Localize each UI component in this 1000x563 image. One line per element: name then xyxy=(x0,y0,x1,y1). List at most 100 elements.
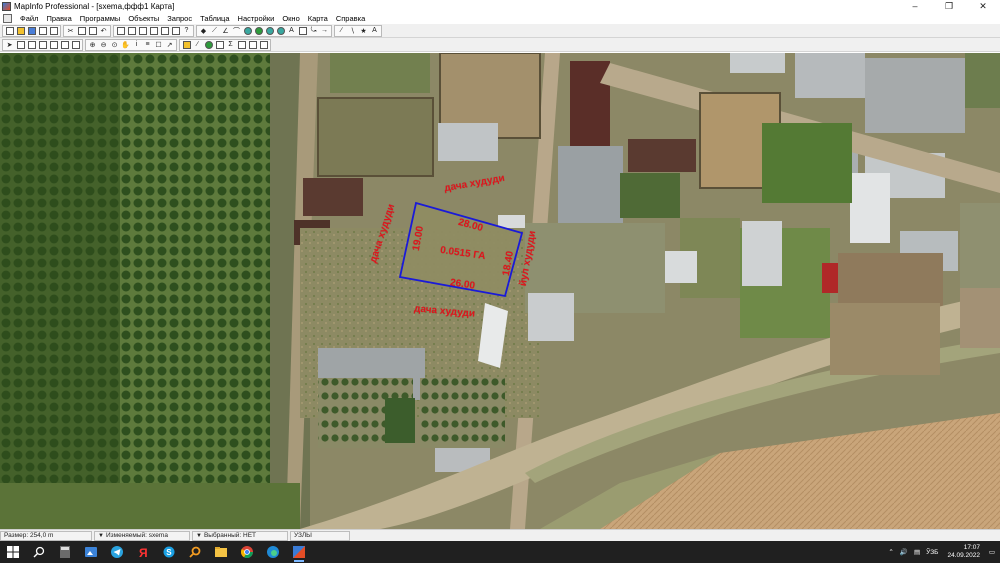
symbol-style-icon[interactable]: ★ xyxy=(359,26,369,36)
undo-icon[interactable]: ↶ xyxy=(99,26,109,36)
region-icon[interactable] xyxy=(259,40,269,50)
taskbar-file-explorer[interactable] xyxy=(208,541,234,563)
minimize-button[interactable]: – xyxy=(898,0,932,12)
menu-tools[interactable]: Программы xyxy=(76,14,125,23)
map-document-icon[interactable] xyxy=(3,13,12,23)
menu-edit[interactable]: Правка xyxy=(42,14,75,23)
menu-query[interactable]: Запрос xyxy=(163,14,196,23)
invert-select-icon[interactable] xyxy=(71,40,81,50)
boundary-select-icon[interactable] xyxy=(49,40,59,50)
status-editable-layer[interactable]: ▼ Изменяемый: sxema xyxy=(94,530,190,541)
statistics-icon[interactable] xyxy=(204,40,214,50)
network-icon[interactable]: ▤ xyxy=(914,548,920,556)
notifications-button[interactable]: ▭ xyxy=(984,541,1000,563)
windows-taskbar: Я S ⌃ 🔊 ▤ ЎЗБ 17:07 24.09.2022 ▭ xyxy=(0,541,1000,563)
symbol-icon[interactable]: ◆ xyxy=(199,26,209,36)
menu-objects[interactable]: Объекты xyxy=(124,14,163,23)
volume-icon[interactable]: 🔊 xyxy=(900,548,908,556)
open-icon[interactable] xyxy=(16,26,26,36)
unselect-icon[interactable] xyxy=(60,40,70,50)
taskbar-chrome[interactable] xyxy=(234,541,260,563)
menu-bar: Файл Правка Программы Объекты Запрос Таб… xyxy=(0,12,1000,24)
ruler-icon[interactable]: ∕ xyxy=(193,40,203,50)
clock[interactable]: 17:07 24.09.2022 xyxy=(947,544,980,560)
new-grapher-icon[interactable] xyxy=(138,26,148,36)
rectangle-icon[interactable] xyxy=(265,26,275,36)
arc-icon[interactable]: ⌒ xyxy=(232,26,242,36)
mapinfo-app-icon[interactable] xyxy=(2,1,11,11)
taskbar-mapinfo[interactable] xyxy=(286,541,312,563)
search-button[interactable] xyxy=(26,541,52,563)
status-selected[interactable]: ▼ Выбранный: НЕТ xyxy=(192,530,288,541)
text-icon[interactable]: A xyxy=(287,26,297,36)
label-icon[interactable]: ≡ xyxy=(143,40,153,50)
add-node-icon[interactable]: → xyxy=(320,26,330,36)
standard-toolbar: ✂ ↶ ? ◆ ⟋ ∠ ⌒ A ⤿ → ∕ ∖ ★ A xyxy=(0,24,1000,38)
marquee-select-icon[interactable] xyxy=(16,40,26,50)
ellipse-icon[interactable] xyxy=(254,26,264,36)
save-icon[interactable] xyxy=(27,26,37,36)
legend-icon[interactable] xyxy=(171,26,181,36)
menu-map[interactable]: Карта xyxy=(304,14,332,23)
menu-help[interactable]: Справка xyxy=(332,14,369,23)
new-layout-icon[interactable] xyxy=(149,26,159,36)
search-icon xyxy=(33,546,45,558)
menu-window[interactable]: Окно xyxy=(278,14,303,23)
new-mapper-icon[interactable] xyxy=(127,26,137,36)
edge-icon xyxy=(267,546,279,558)
print-icon[interactable] xyxy=(49,26,59,36)
taskbar-search-app[interactable] xyxy=(182,541,208,563)
new-icon[interactable] xyxy=(5,26,15,36)
hotlink-icon[interactable]: ↗ xyxy=(165,40,175,50)
reshape-icon[interactable]: ⤿ xyxy=(309,26,319,36)
cut-icon[interactable]: ✂ xyxy=(66,26,76,36)
start-button[interactable] xyxy=(0,541,26,563)
map-window[interactable]: дача худуди дача худуди дача худуди йул … xyxy=(0,53,1000,529)
close-button[interactable]: ✕ xyxy=(966,0,1000,12)
taskbar-calculator[interactable] xyxy=(52,541,78,563)
taskbar-edge[interactable] xyxy=(260,541,286,563)
help-icon[interactable]: ? xyxy=(182,26,192,36)
region-style-icon[interactable]: ∖ xyxy=(348,26,358,36)
taskbar-photos[interactable] xyxy=(78,541,104,563)
polygon-icon[interactable] xyxy=(243,26,253,36)
menu-options[interactable]: Настройки xyxy=(234,14,279,23)
taskbar-telegram[interactable] xyxy=(104,541,130,563)
maximize-button[interactable]: ❐ xyxy=(932,0,966,12)
input-language[interactable]: ЎЗБ xyxy=(926,549,938,556)
line-style-icon[interactable]: ∕ xyxy=(337,26,347,36)
grabber-icon[interactable]: ✋ xyxy=(121,40,131,50)
menu-file[interactable]: Файл xyxy=(16,14,42,23)
new-browser-icon[interactable] xyxy=(116,26,126,36)
info-icon[interactable]: i xyxy=(132,40,142,50)
taskbar-skype[interactable]: S xyxy=(156,541,182,563)
change-view-icon[interactable]: ⊙ xyxy=(110,40,120,50)
select-icon[interactable]: ➤ xyxy=(5,40,15,50)
radius-select-icon[interactable] xyxy=(27,40,37,50)
redistrict-icon[interactable] xyxy=(160,26,170,36)
frame-icon[interactable] xyxy=(298,26,308,36)
dropdown-arrow-icon: ▼ xyxy=(98,532,104,539)
polygon-select-icon[interactable] xyxy=(38,40,48,50)
tray-chevron-icon[interactable]: ⌃ xyxy=(888,548,893,556)
copy-icon[interactable] xyxy=(77,26,87,36)
legend-window-icon[interactable] xyxy=(215,40,225,50)
rounded-rect-icon[interactable] xyxy=(276,26,286,36)
text-style-icon[interactable]: A xyxy=(370,26,380,36)
status-snap-mode[interactable]: УЗЛЫ xyxy=(290,530,350,541)
save-workspace-icon[interactable] xyxy=(38,26,48,36)
zoom-in-icon[interactable]: ⊕ xyxy=(88,40,98,50)
status-size: Размер: 254,0 m xyxy=(0,530,92,541)
zoom-out-icon[interactable]: ⊖ xyxy=(99,40,109,50)
drag-window-icon[interactable]: ☐ xyxy=(154,40,164,50)
menu-table[interactable]: Таблица xyxy=(196,14,233,23)
options-icon[interactable] xyxy=(237,40,247,50)
paste-icon[interactable] xyxy=(88,26,98,36)
clip-region-icon[interactable] xyxy=(248,40,258,50)
thematic-icon[interactable]: Σ xyxy=(226,40,236,50)
layer-control-icon[interactable] xyxy=(182,40,192,50)
line-icon[interactable]: ⟋ xyxy=(210,26,220,36)
taskbar-yandex[interactable]: Я xyxy=(130,541,156,563)
polyline-icon[interactable]: ∠ xyxy=(221,26,231,36)
file-toolbar-group xyxy=(2,24,61,37)
